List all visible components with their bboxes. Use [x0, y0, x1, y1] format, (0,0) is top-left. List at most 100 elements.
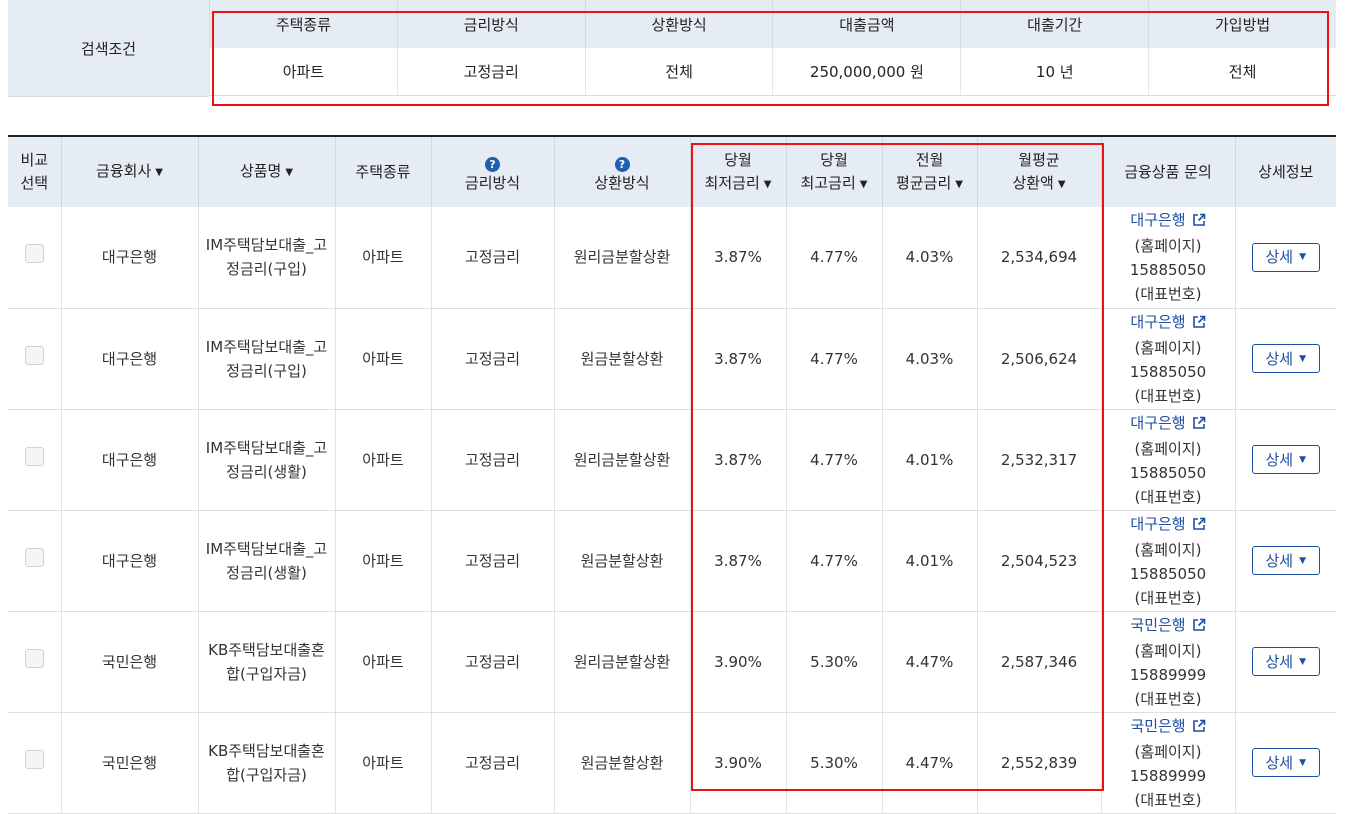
compare-cell: [8, 409, 61, 511]
sort-arrow-icon[interactable]: ▼: [285, 167, 293, 178]
min-rate-cell: 3.87%: [689, 510, 786, 612]
table-row: 대구은행 IM주택담보대출_고정금리(생활) 아파트 고정금리 원리금분할상환 3.87%…: [8, 409, 1336, 511]
page-edge: [1336, 0, 1352, 802]
house-type-cell: 아파트: [334, 409, 431, 511]
monthly-payment-cell: 2,587,346: [976, 611, 1101, 713]
min-rate-cell: 3.87%: [689, 308, 786, 410]
bank-homepage-link[interactable]: 대구은행: [1105, 310, 1232, 336]
bank-homepage-link[interactable]: 대구은행: [1105, 208, 1232, 234]
results-table: 비교 선택 금융회사 ▼ 상품명 ▼ 주택종류 ? 금리방식 ? 상환방식 당월 최저금리 ▼…: [8, 135, 1336, 814]
th-monthly-payment-label: 월평균 상환액 ▼: [1012, 151, 1065, 192]
sort-arrow-icon[interactable]: ▼: [764, 179, 772, 190]
search-conditions: 검색조건 주택종류 금리방식 상환방식 대출금액 대출기간 가입방법 아파트 고…: [0, 0, 1352, 97]
th-rate-type-label: 금리방식: [464, 173, 521, 192]
company-cell: 국민은행: [60, 712, 198, 814]
help-icon[interactable]: ?: [485, 156, 500, 172]
th-avg-rate[interactable]: 전월 평균금리 ▼: [881, 135, 977, 207]
cond-header-loan-amount: 대출금액: [772, 0, 961, 48]
table-row: 국민은행 KB주택담보대출혼합(구입자금) 아파트 고정금리 원리금분할상환 3.90% 5…: [8, 611, 1336, 713]
external-link-icon[interactable]: [1192, 312, 1206, 336]
detail-button[interactable]: 상세 ▼: [1251, 242, 1320, 272]
detail-button[interactable]: 상세 ▼: [1251, 647, 1320, 676]
cond-header-rate-type: 금리방식: [396, 0, 585, 48]
sort-arrow-icon[interactable]: ▼: [1058, 179, 1066, 190]
header-line: 최저금리: [704, 173, 760, 192]
detail-button-label: 상세: [1265, 248, 1294, 267]
bank-link-label[interactable]: 대구은행: [1130, 313, 1185, 331]
house-type-cell: 아파트: [334, 510, 431, 612]
th-detail: 상세정보: [1234, 135, 1336, 207]
header-line: 월평균: [1018, 150, 1060, 169]
external-link-icon[interactable]: [1192, 514, 1206, 538]
phone-number: 15885050: [1129, 463, 1207, 482]
max-rate-cell: 5.30%: [785, 712, 882, 814]
detail-button[interactable]: 상세 ▼: [1251, 445, 1320, 474]
sort-arrow-icon[interactable]: ▼: [860, 179, 868, 190]
monthly-payment-cell: 2,534,694: [976, 207, 1101, 309]
detail-button[interactable]: 상세 ▼: [1251, 344, 1320, 373]
bank-homepage-link[interactable]: 대구은행: [1105, 512, 1232, 538]
cond-value-house-type: 아파트: [209, 48, 397, 96]
phone-label: (대표번호): [1134, 689, 1202, 708]
th-house-type-label: 주택종류: [355, 162, 411, 181]
help-icon[interactable]: ?: [614, 156, 630, 172]
th-monthly-payment[interactable]: 월평균 상환액 ▼: [976, 135, 1101, 207]
sort-arrow-icon[interactable]: ▼: [155, 167, 163, 178]
bank-link-label[interactable]: 대구은행: [1130, 515, 1185, 533]
rate-type-cell: 고정금리: [430, 510, 554, 612]
compare-checkbox[interactable]: [24, 446, 44, 466]
detail-button-label: 상세: [1265, 753, 1294, 772]
detail-button[interactable]: 상세 ▼: [1251, 546, 1320, 575]
house-type-cell: 아파트: [334, 207, 431, 309]
sort-arrow-icon[interactable]: ▼: [955, 179, 963, 190]
header-line: 평균금리: [896, 173, 952, 192]
phone-label: (대표번호): [1134, 285, 1202, 304]
external-link-icon[interactable]: [1192, 210, 1206, 234]
results-table-wrap: 비교 선택 금융회사 ▼ 상품명 ▼ 주택종류 ? 금리방식 ? 상환방식 당월 최저금리 ▼…: [8, 135, 1336, 814]
company-cell: 대구은행: [60, 409, 198, 511]
bank-homepage-link[interactable]: 대구은행: [1105, 411, 1232, 437]
compare-checkbox[interactable]: [24, 244, 44, 264]
caret-down-icon: ▼: [1299, 757, 1307, 768]
detail-cell: 상세 ▼: [1234, 510, 1336, 612]
rate-type-cell: 고정금리: [430, 308, 554, 410]
th-compare-label: 비교 선택: [20, 151, 48, 192]
external-link-icon[interactable]: [1192, 413, 1206, 437]
rate-type-cell: 고정금리: [430, 712, 554, 814]
th-min-rate[interactable]: 당월 최저금리 ▼: [689, 135, 786, 207]
bank-link-label[interactable]: 대구은행: [1130, 414, 1185, 432]
compare-checkbox[interactable]: [24, 749, 44, 769]
repay-method-cell: 원리금분할상환: [553, 409, 690, 511]
cond-header-repay-method: 상환방식: [584, 0, 773, 48]
th-max-rate[interactable]: 당월 최고금리 ▼: [785, 135, 882, 207]
detail-button[interactable]: 상세 ▼: [1251, 748, 1320, 777]
inquiry-cell: 국민은행 (홈페이지) 15889999 (대표번호): [1100, 611, 1235, 713]
bank-link-label[interactable]: 대구은행: [1130, 211, 1185, 229]
bank-link-label[interactable]: 국민은행: [1130, 717, 1185, 735]
header-line: 비교: [20, 151, 49, 169]
avg-rate-cell: 4.47%: [881, 712, 977, 814]
compare-checkbox[interactable]: [24, 547, 44, 567]
compare-checkbox[interactable]: [24, 648, 44, 668]
caret-down-icon: ▼: [1299, 454, 1307, 465]
phone-number: 15885050: [1129, 261, 1207, 280]
search-conditions-grid: 주택종류 금리방식 상환방식 대출금액 대출기간 가입방법 아파트 고정금리 전…: [209, 0, 1336, 96]
rate-type-cell: 고정금리: [430, 409, 554, 511]
search-conditions-label: 검색조건: [8, 0, 209, 97]
bank-link-label[interactable]: 국민은행: [1130, 616, 1185, 634]
bank-homepage-link[interactable]: 국민은행: [1105, 714, 1232, 740]
detail-cell: 상세 ▼: [1234, 409, 1336, 511]
homepage-label: (홈페이지): [1134, 338, 1202, 357]
th-product[interactable]: 상품명 ▼: [197, 135, 335, 207]
repay-method-cell: 원리금분할상환: [553, 611, 690, 713]
external-link-icon[interactable]: [1192, 716, 1206, 740]
homepage-label: (홈페이지): [1134, 237, 1202, 256]
table-row: 대구은행 IM주택담보대출_고정금리(생활) 아파트 고정금리 원금분할상환 3.87% 4…: [8, 510, 1336, 612]
bank-homepage-link[interactable]: 국민은행: [1105, 613, 1232, 639]
th-company[interactable]: 금융회사 ▼: [60, 135, 198, 207]
compare-checkbox[interactable]: [24, 345, 44, 365]
rate-type-cell: 고정금리: [430, 207, 554, 309]
external-link-icon[interactable]: [1192, 615, 1206, 639]
phone-number: 15885050: [1129, 362, 1207, 381]
max-rate-cell: 5.30%: [785, 611, 882, 713]
